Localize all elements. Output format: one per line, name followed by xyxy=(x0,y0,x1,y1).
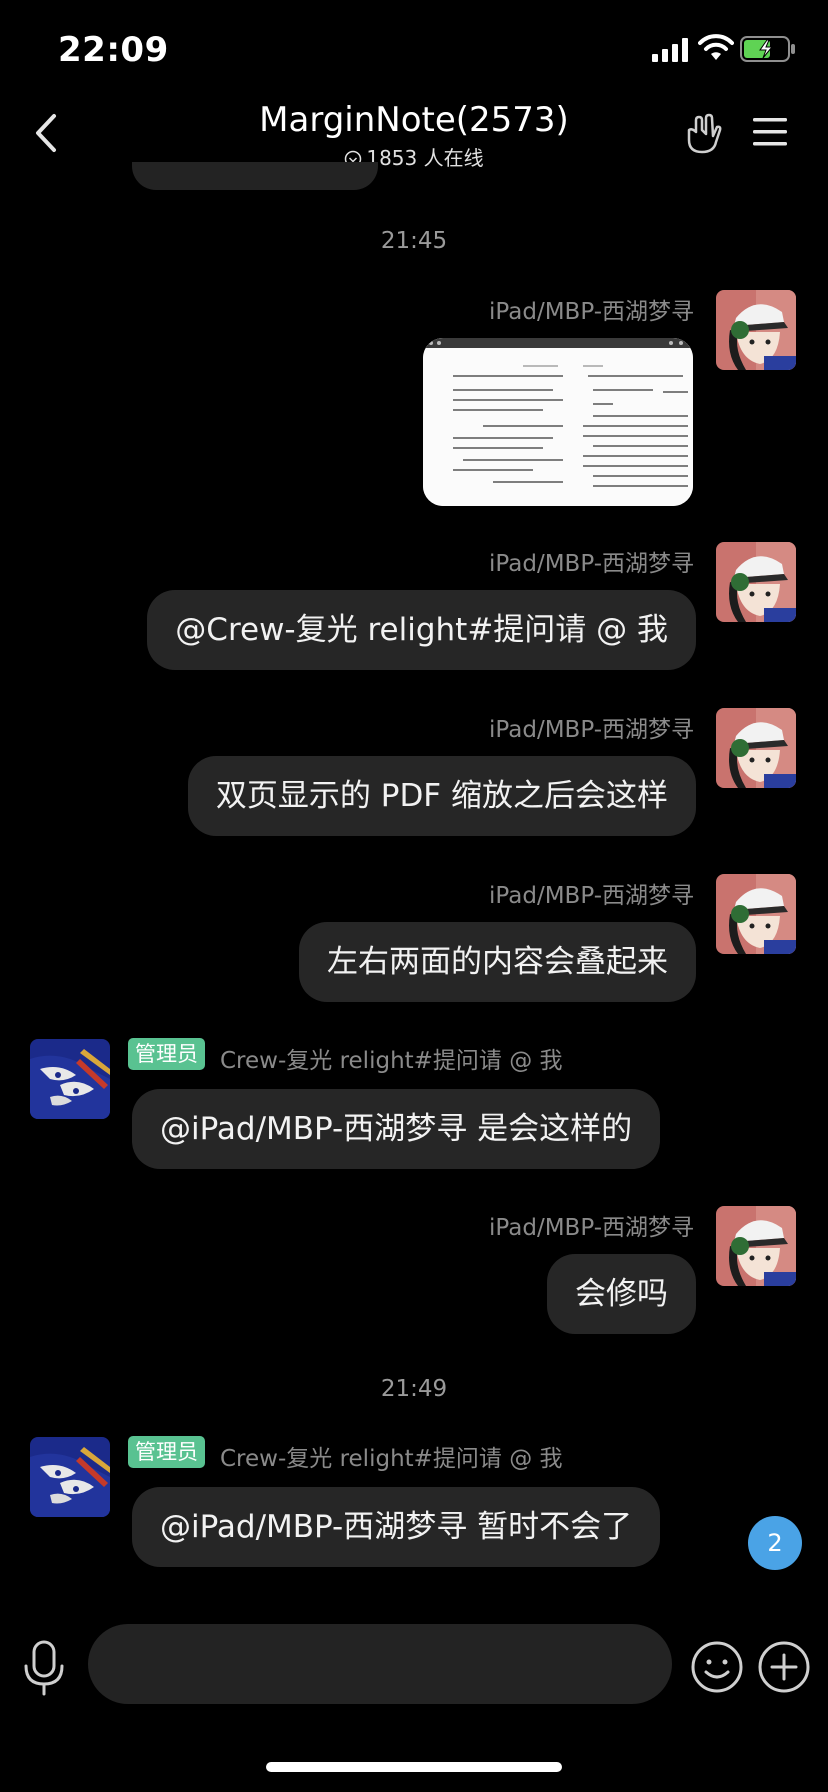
hand-icon[interactable] xyxy=(680,110,726,156)
chat-header: MarginNote(2573) 1853 人在线 xyxy=(0,96,828,176)
avatar[interactable] xyxy=(716,1206,796,1286)
wifi-icon xyxy=(698,34,734,60)
microphone-icon[interactable] xyxy=(20,1640,68,1696)
avatar[interactable] xyxy=(716,290,796,370)
avatar[interactable] xyxy=(716,874,796,954)
message-bubble[interactable]: @iPad/MBP-西湖梦寻 是会这样的 xyxy=(132,1089,661,1169)
smiley-icon[interactable] xyxy=(690,1640,744,1694)
avatar[interactable] xyxy=(30,1437,110,1517)
plus-icon[interactable] xyxy=(757,1640,811,1694)
sender-name: Crew-复光 relight#提问请 @ 我 xyxy=(220,1446,563,1472)
message-timestamp: 21:49 xyxy=(380,1376,448,1402)
avatar[interactable] xyxy=(30,1039,110,1119)
sender-name: iPad/MBP-西湖梦寻 xyxy=(489,299,694,325)
hamburger-menu-icon[interactable] xyxy=(750,112,790,152)
cellular-signal-icon xyxy=(652,38,688,62)
home-indicator[interactable] xyxy=(266,1762,562,1772)
status-bar: 22:09 xyxy=(0,0,828,100)
sender-name: iPad/MBP-西湖梦寻 xyxy=(489,551,694,577)
sender-name: iPad/MBP-西湖梦寻 xyxy=(489,717,694,743)
message-bubble[interactable]: 会修吗 xyxy=(547,1254,696,1334)
sender-name: iPad/MBP-西湖梦寻 xyxy=(489,1215,694,1241)
message-timestamp: 21:45 xyxy=(380,228,448,254)
message-bubble-partial[interactable] xyxy=(132,162,378,190)
message-input[interactable] xyxy=(88,1624,672,1704)
status-time: 22:09 xyxy=(58,30,169,70)
message-bubble[interactable]: @iPad/MBP-西湖梦寻 暂时不会了 xyxy=(132,1487,661,1567)
message-bubble[interactable]: @Crew-复光 relight#提问请 @ 我 xyxy=(147,590,696,670)
admin-badge: 管理员 xyxy=(128,1038,205,1070)
message-bubble[interactable]: 双页显示的 PDF 缩放之后会这样 xyxy=(187,756,696,836)
avatar[interactable] xyxy=(716,708,796,788)
image-message[interactable] xyxy=(423,338,693,506)
sender-name: Crew-复光 relight#提问请 @ 我 xyxy=(220,1048,563,1074)
battery-charging-icon xyxy=(740,36,795,62)
message-bubble[interactable]: 左右两面的内容会叠起来 xyxy=(299,922,696,1002)
unread-count-badge[interactable]: 2 xyxy=(748,1516,802,1570)
sender-name: iPad/MBP-西湖梦寻 xyxy=(489,883,694,909)
online-count-text: 1853 人在线 xyxy=(366,146,484,170)
admin-badge: 管理员 xyxy=(128,1436,205,1468)
avatar[interactable] xyxy=(716,542,796,622)
input-bar xyxy=(0,1600,828,1730)
